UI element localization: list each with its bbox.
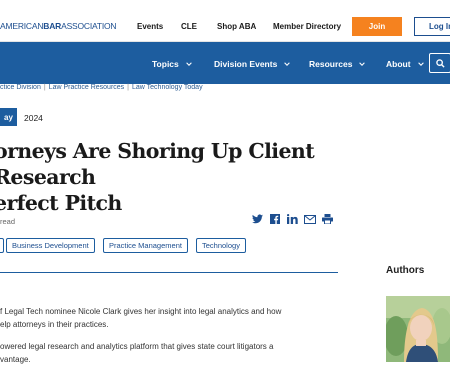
breadcrumb-law-practice-resources[interactable]: Law Practice Resources: [49, 84, 124, 91]
cle-link[interactable]: CLE: [181, 22, 197, 31]
tag-practice-management[interactable]: Practice Management: [103, 238, 188, 253]
nav-topics-label: Topics: [152, 59, 179, 69]
print-button[interactable]: [321, 213, 334, 225]
chevron-down-icon: [417, 62, 424, 66]
facebook-icon: [269, 214, 280, 224]
login-button[interactable]: Log In: [414, 17, 450, 36]
join-button[interactable]: Join: [352, 17, 402, 36]
shop-aba-link[interactable]: Shop ABA: [217, 22, 256, 31]
tag-technology[interactable]: Technology: [196, 238, 246, 253]
breadcrumb-separator: |: [43, 84, 46, 91]
breadcrumb-division[interactable]: ctice Division: [0, 84, 41, 91]
breadcrumb-separator: |: [127, 84, 129, 91]
email-share-button[interactable]: [303, 213, 316, 225]
authors-heading: Authors: [386, 265, 425, 276]
main-nav: Topics Division Events Resources About: [0, 42, 450, 84]
nav-resources[interactable]: Resources: [309, 59, 366, 69]
date-year: 2024: [24, 113, 43, 123]
breadcrumb: ctice Division | Law Practice Resources | La…: [0, 84, 203, 91]
logo-text-prefix: AMERICAN: [0, 21, 44, 31]
linkedin-icon: [286, 214, 298, 224]
page-title: orneys Are Shoring Up Client Research er…: [0, 138, 354, 216]
paragraph-2-line-1: owered legal research and analytics plat…: [0, 342, 274, 351]
page-title-line2: erfect Pitch: [0, 191, 122, 215]
aba-logo[interactable]: AMERICANBARASSOCIATION: [0, 21, 117, 31]
twitter-icon: [251, 214, 263, 224]
nav-division-events-label: Division Events: [214, 59, 278, 69]
paragraph-1-line-1: f Legal Tech nominee Nicole Clark gives …: [0, 307, 282, 316]
utility-bar: AMERICANBARASSOCIATION Events CLE Shop A…: [0, 0, 450, 42]
nav-resources-label: Resources: [309, 59, 353, 69]
linkedin-share-button[interactable]: [286, 213, 298, 225]
nav-about[interactable]: About: [386, 59, 424, 69]
page-title-line1: orneys Are Shoring Up Client Research: [0, 139, 315, 189]
logo-text-suffix: ASSOCIATION: [61, 21, 117, 31]
author-photo[interactable]: [386, 296, 450, 362]
chevron-down-icon: [185, 62, 192, 66]
read-time: read: [0, 217, 16, 226]
twitter-share-button[interactable]: [251, 213, 263, 225]
email-icon: [303, 214, 316, 224]
nav-division-events[interactable]: Division Events: [214, 59, 291, 69]
paragraph-2-line-2: vantage.: [0, 355, 31, 364]
tag-business-development[interactable]: Business Development: [6, 238, 95, 253]
article-divider: [0, 272, 338, 273]
events-link[interactable]: Events: [137, 22, 163, 31]
paragraph-1-line-2: elp attorneys in their practices.: [0, 320, 109, 329]
print-icon: [322, 214, 333, 224]
chevron-down-icon: [359, 62, 366, 66]
nav-about-label: About: [386, 59, 411, 69]
nav-topics[interactable]: Topics: [152, 59, 192, 69]
search-icon: [435, 58, 445, 68]
chevron-down-icon: [284, 62, 291, 66]
tag-cut-off[interactable]: [0, 238, 4, 253]
author-portrait-image: [386, 296, 450, 362]
search-button[interactable]: [429, 53, 450, 73]
facebook-share-button[interactable]: [269, 213, 280, 225]
breadcrumb-law-technology-today[interactable]: Law Technology Today: [132, 84, 203, 91]
member-directory-link[interactable]: Member Directory: [273, 22, 341, 31]
date-badge: ay: [0, 108, 17, 126]
logo-text-bold: BAR: [43, 21, 62, 31]
